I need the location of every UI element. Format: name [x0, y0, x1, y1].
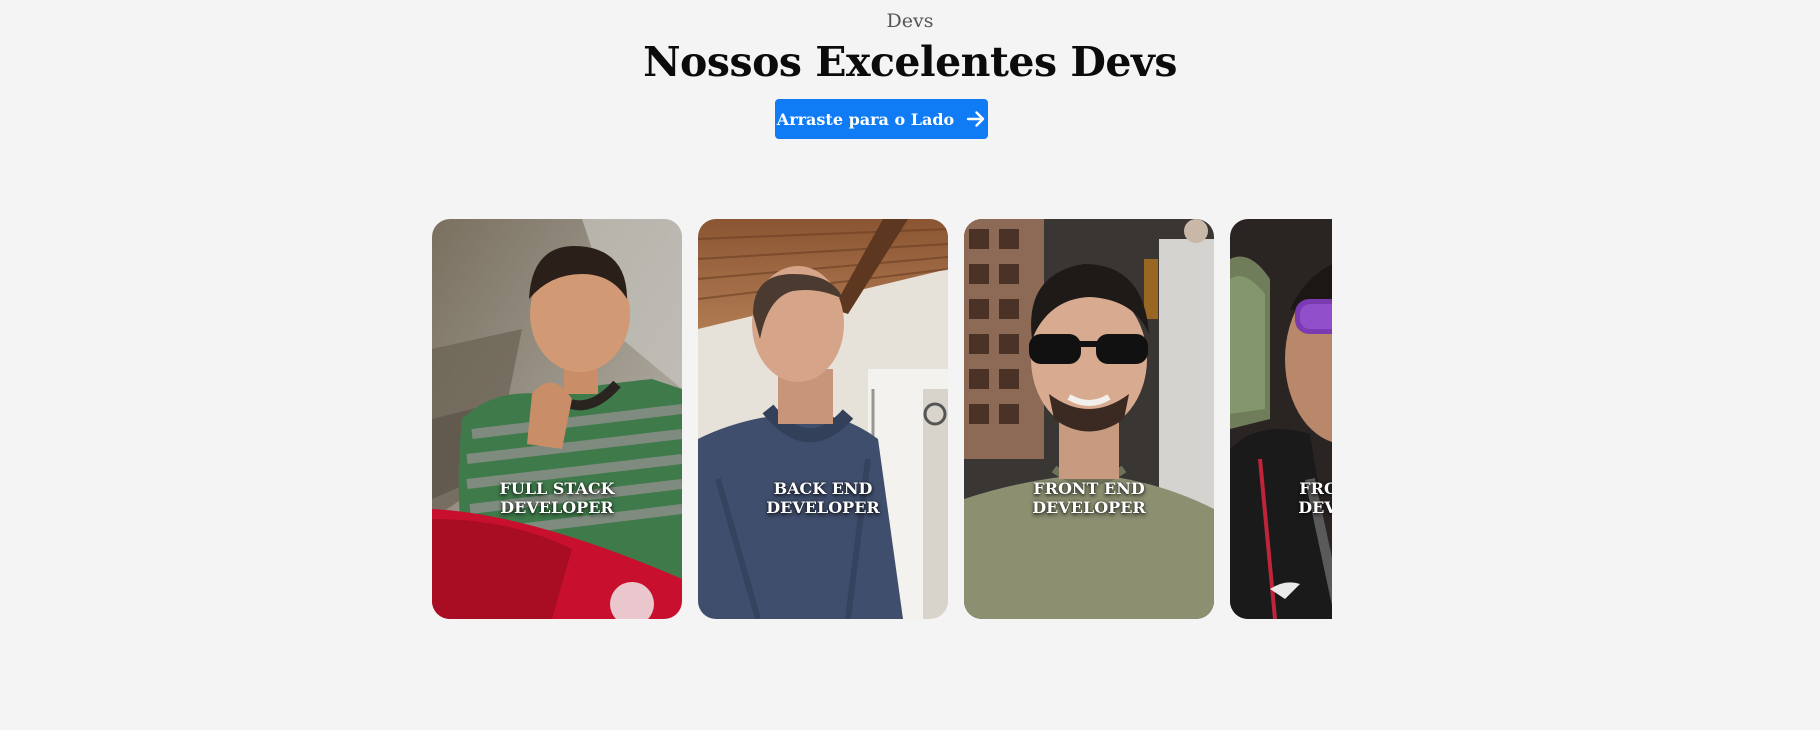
swipe-button[interactable]: Arraste para o Lado: [775, 99, 988, 139]
dev-role-label: FRONT END DEVELOPER: [1032, 479, 1146, 517]
devs-section: Devs Nossos Excelentes Devs Arraste para…: [0, 0, 1820, 730]
dev-photo: [1230, 219, 1332, 619]
dev-photo: [698, 219, 948, 619]
dev-card[interactable]: FRONT END DEVELOPER: [1230, 219, 1332, 619]
dev-card[interactable]: FRONT END DEVELOPER: [964, 219, 1214, 619]
dev-role-label: FULL STACK DEVELOPER: [499, 479, 615, 517]
arrow-right-icon: [967, 111, 985, 127]
dev-photo: [964, 219, 1214, 619]
dev-photo: [432, 219, 682, 619]
dev-role-label: FRONT END DEVELOPER: [1298, 479, 1332, 517]
dev-card[interactable]: FULL STACK DEVELOPER: [432, 219, 682, 619]
dev-card[interactable]: BACK END DEVELOPER: [698, 219, 948, 619]
section-title: Nossos Excelentes Devs: [643, 38, 1177, 86]
section-eyebrow: Devs: [886, 10, 934, 32]
devs-carousel[interactable]: FULL STACK DEVELOPER BACK END DEVELOPER …: [432, 219, 1332, 619]
swipe-button-label: Arraste para o Lado: [776, 109, 955, 129]
carousel-track[interactable]: FULL STACK DEVELOPER BACK END DEVELOPER …: [432, 219, 1332, 619]
dev-role-label: BACK END DEVELOPER: [766, 479, 880, 517]
